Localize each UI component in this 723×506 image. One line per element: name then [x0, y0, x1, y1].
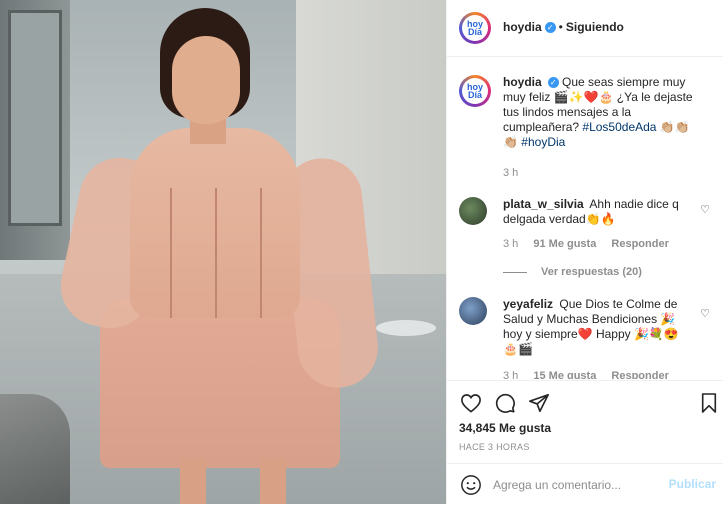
caption-time[interactable]: 3 h [503, 167, 518, 179]
comment-likes[interactable]: 15 Me gusta [533, 370, 596, 379]
verified-badge-icon: ✓ [547, 77, 559, 89]
comment-username[interactable]: plata_w_silvia [503, 197, 584, 211]
comment-time[interactable]: 3 h [503, 238, 518, 250]
comment-item: yeyafeliz Que Dios te Colme de Salud y M… [459, 297, 714, 379]
post-sidebar: hoy Día hoydia ✓ • Siguiendo hoy Día hoydia… [446, 0, 723, 504]
smiley-icon[interactable] [459, 473, 483, 497]
avatar-text-2: Día [467, 90, 482, 100]
hashtag-link[interactable]: #Los50deAda [582, 120, 656, 134]
replies-line [503, 271, 527, 273]
publish-button[interactable]: Publicar [669, 477, 716, 491]
comment-meta: 3 h 91 Me gusta Responder [503, 238, 681, 250]
verified-badge-icon: ✓ [544, 22, 556, 34]
comment-like-icon[interactable]: ♡ [700, 307, 710, 320]
comment-text: plata_w_silvia Ahh nadie dice q delgada … [503, 197, 693, 227]
reply-button[interactable]: Responder [611, 238, 668, 250]
speech-bubble-icon[interactable] [493, 391, 517, 415]
face [172, 36, 240, 124]
corset-line [215, 188, 217, 318]
separator-dot: • [558, 20, 563, 34]
bookmark-icon[interactable] [697, 391, 721, 415]
post-timestamp[interactable]: HACE 3 HORAS [459, 442, 530, 452]
view-replies-button[interactable]: Ver respuestas (20) [503, 266, 642, 278]
corset-line [170, 188, 172, 318]
caption-block: hoy Día hoydia ✓ Que seas siempre muy muy… [459, 75, 714, 205]
floor-disc [376, 320, 436, 336]
hashtag-link[interactable]: #hoyDia [521, 135, 565, 149]
reply-button[interactable]: Responder [611, 370, 668, 379]
likes-count[interactable]: 34,845 Me gusta [459, 421, 551, 435]
account-avatar[interactable]: hoy Día [459, 12, 491, 44]
comment-meta: 3 h 15 Me gusta Responder [503, 370, 681, 379]
leg-left [180, 458, 206, 504]
comment-time[interactable]: 3 h [503, 370, 518, 379]
paper-plane-icon[interactable] [527, 391, 551, 415]
caption-meta: 3 h [503, 167, 530, 179]
corset-line [260, 188, 262, 318]
comment-text: yeyafeliz Que Dios te Colme de Salud y M… [503, 297, 693, 357]
view-replies-label: Ver respuestas (20) [541, 266, 642, 278]
post-actions: 34,845 Me gusta HACE 3 HORAS Publicar [447, 380, 723, 505]
comment-username[interactable]: yeyafeliz [503, 297, 553, 311]
heart-outline-icon[interactable] [459, 391, 483, 415]
post-photo[interactable] [0, 0, 446, 504]
caption-text: hoydia ✓ Que seas siempre muy muy feliz 🎬… [503, 75, 703, 150]
comment-likes[interactable]: 91 Me gusta [533, 238, 596, 250]
comments-list[interactable]: hoy Día hoydia ✓ Que seas siempre muy muy… [447, 57, 723, 379]
avatar-text-2: Día [467, 27, 482, 37]
header-username[interactable]: hoydia [503, 20, 542, 34]
studio-panel [8, 10, 62, 226]
add-comment-input[interactable] [493, 476, 663, 494]
comment-like-icon[interactable]: ♡ [700, 203, 710, 216]
avatar-logo: hoy Día [462, 78, 488, 104]
person-figure [53, 8, 382, 504]
comment-item: plata_w_silvia Ahh nadie dice q delgada … [459, 197, 714, 287]
header-line: hoydia ✓ • Siguiendo [503, 20, 624, 34]
caption-username[interactable]: hoydia [503, 75, 542, 89]
add-comment-row: Publicar [447, 463, 723, 506]
caption-avatar[interactable]: hoy Día [459, 75, 491, 107]
commenter-avatar[interactable] [459, 297, 487, 325]
avatar-logo: hoy Día [462, 15, 488, 41]
post-header: hoy Día hoydia ✓ • Siguiendo [447, 0, 723, 57]
leg-right [260, 458, 286, 504]
follow-status-button[interactable]: Siguiendo [566, 20, 624, 34]
commenter-avatar[interactable] [459, 197, 487, 225]
